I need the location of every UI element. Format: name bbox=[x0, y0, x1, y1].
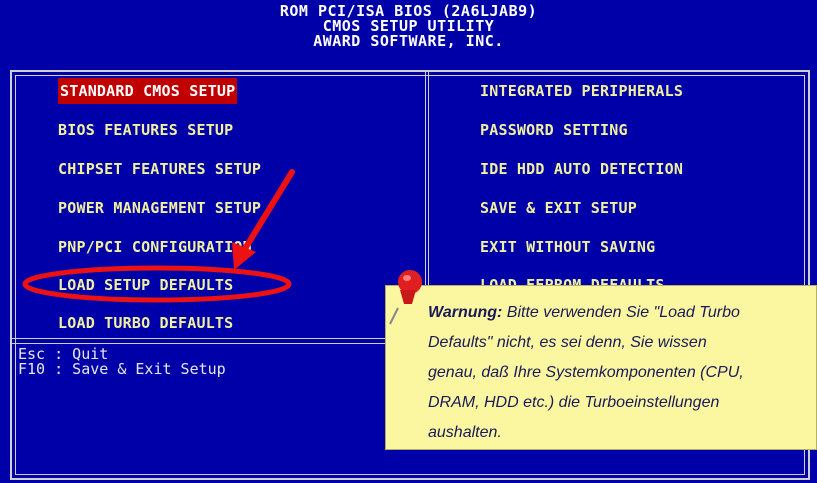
note-line-5: aushalten. bbox=[428, 424, 502, 441]
menu-integrated-peripherals[interactable]: INTEGRATED PERIPHERALS bbox=[480, 78, 683, 104]
menu-exit-without-saving[interactable]: EXIT WITHOUT SAVING bbox=[480, 234, 655, 260]
note-line-2: Defaults" nicht, es sei denn, Sie wissen bbox=[428, 334, 707, 351]
warning-note: Warnung: Bitte verwenden Sie "Load Turbo… bbox=[385, 285, 817, 450]
note-title: Warnung: bbox=[428, 304, 503, 321]
help-f10-save-exit: F10 : Save & Exit Setup bbox=[18, 360, 226, 378]
menu-load-turbo-defaults[interactable]: LOAD TURBO DEFAULTS bbox=[58, 310, 233, 336]
key-help: Esc : Quit F10 : Save & Exit Setup bbox=[18, 347, 226, 377]
vendor-title: AWARD SOFTWARE, INC. bbox=[313, 32, 504, 50]
menu-ide-hdd-auto-detection[interactable]: IDE HDD AUTO DETECTION bbox=[480, 156, 683, 182]
menu-power-management-setup[interactable]: POWER MANAGEMENT SETUP bbox=[58, 195, 261, 221]
menu-load-setup-defaults[interactable]: LOAD SETUP DEFAULTS bbox=[58, 272, 233, 298]
menu-save-exit-setup[interactable]: SAVE & EXIT SETUP bbox=[480, 195, 637, 221]
menu-chipset-features-setup[interactable]: CHIPSET FEATURES SETUP bbox=[58, 156, 261, 182]
bios-header: ROM PCI/ISA BIOS (2A6LJAB9) CMOS SETUP U… bbox=[0, 0, 817, 64]
note-line-3: genau, daß Ihre Systemkomponenten (CPU, bbox=[428, 364, 744, 381]
menu-bios-features-setup[interactable]: BIOS FEATURES SETUP bbox=[58, 117, 233, 143]
menu-standard-cmos-setup[interactable]: STANDARD CMOS SETUP bbox=[58, 78, 238, 104]
menu-pnp-pci-configuration[interactable]: PNP/PCI CONFIGURATION bbox=[58, 234, 252, 260]
note-line-1: Bitte verwenden Sie "Load Turbo bbox=[502, 304, 740, 321]
note-line-4: DRAM, HDD etc.) die Turboeinstellungen bbox=[428, 394, 720, 411]
menu-password-setting[interactable]: PASSWORD SETTING bbox=[480, 117, 628, 143]
push-pin-icon bbox=[389, 270, 422, 325]
